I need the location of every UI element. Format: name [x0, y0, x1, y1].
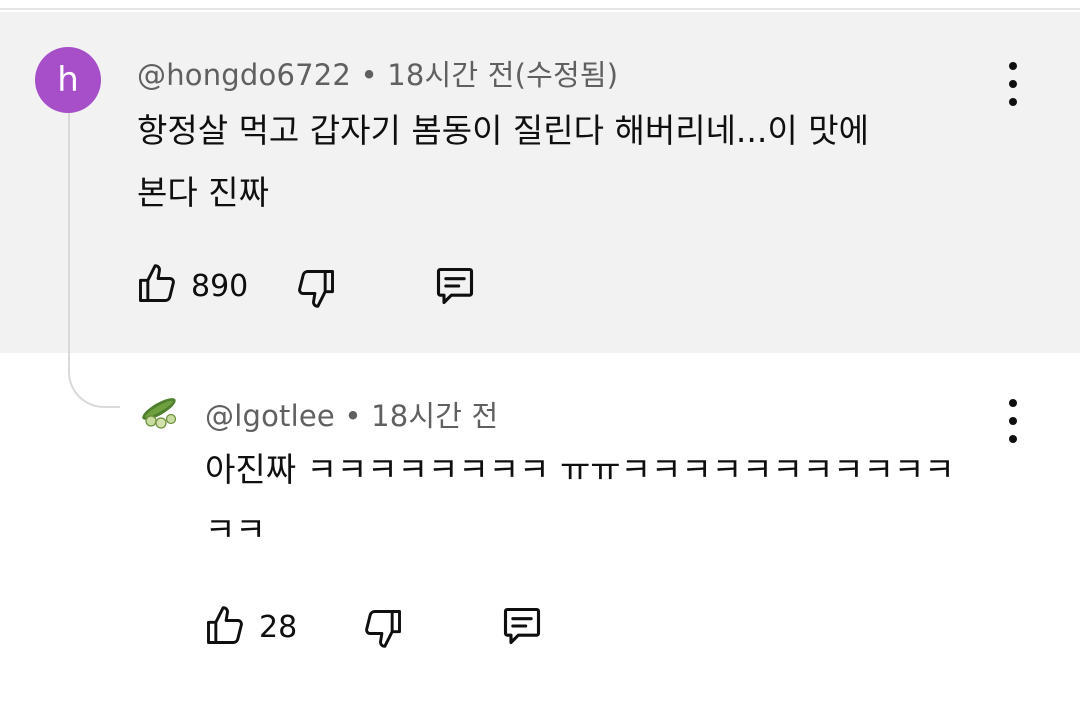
comment-text-line-1: 아진짜 ㅋㅋㅋㅋㅋㅋㅋㅋ ㅠㅠㅋㅋㅋㅋㅋㅋㅋㅋㅋㅋㅋ [205, 450, 955, 489]
avatar[interactable]: h [35, 47, 101, 113]
comment-meta: @lgotlee • 18시간 전 [205, 393, 498, 435]
like-count: 28 [259, 610, 298, 645]
author-name[interactable]: @lgotlee [205, 399, 335, 433]
cucumber-avatar-icon[interactable] [137, 389, 181, 433]
like-count: 890 [191, 269, 249, 304]
meta-separator: • [344, 399, 362, 433]
comment-text-line-2: ㅋㅋ [205, 510, 266, 549]
thumbs-down-icon[interactable] [294, 266, 338, 310]
comment-meta: @hongdo6722 • 18시간 전(수정됨) [137, 52, 618, 94]
meta-separator: • [360, 58, 378, 92]
thumbs-down-icon[interactable] [361, 606, 405, 650]
top-divider [0, 0, 1080, 10]
avatar-letter: h [57, 60, 79, 100]
reply-comment-icon[interactable] [433, 264, 477, 308]
more-vertical-icon[interactable] [1001, 62, 1025, 106]
author-name[interactable]: @hongdo6722 [137, 58, 351, 92]
reply-thread-line [68, 112, 120, 408]
thumbs-up-icon[interactable] [203, 604, 247, 648]
comment-text-line-2: 본다 진짜 [137, 173, 269, 212]
comment-text-line-1: 항정살 먹고 갑자기 봄동이 질린다 해버리네...이 맛에 [137, 111, 869, 150]
more-vertical-icon[interactable] [1001, 399, 1025, 443]
comment-time: 18시간 전(수정됨) [387, 58, 619, 92]
thumbs-up-icon[interactable] [135, 262, 179, 306]
comment-time: 18시간 전 [371, 399, 499, 433]
reply-comment-icon[interactable] [500, 604, 544, 648]
